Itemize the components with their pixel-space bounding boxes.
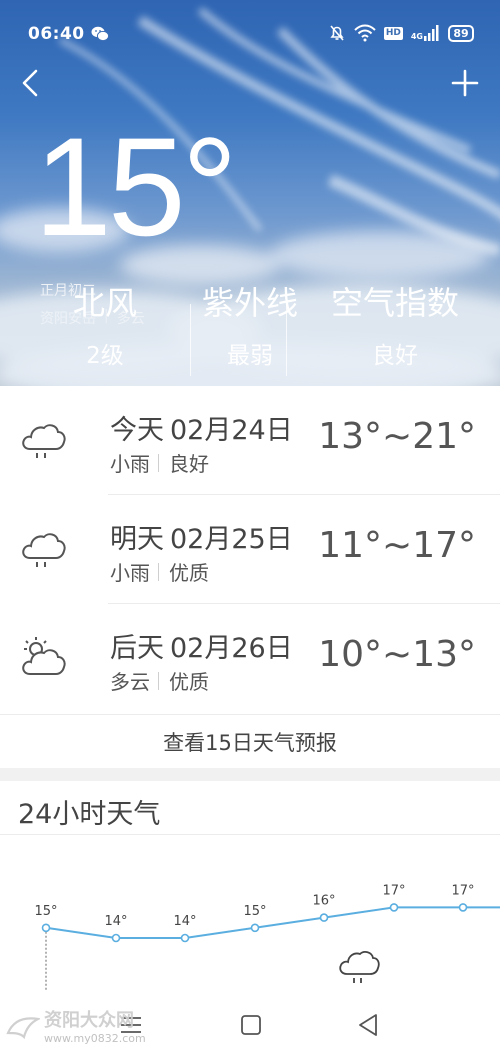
- forecast-day: 明天 02月25日: [110, 524, 293, 555]
- mute-bell-icon: [330, 25, 344, 41]
- forecast-day: 后天 02月26日: [110, 633, 293, 664]
- metric-aqi: 空气指数 良好: [320, 282, 470, 382]
- wechat-icon: [91, 26, 109, 42]
- forecast-range: 13°~21°: [318, 416, 476, 457]
- divider: [158, 671, 159, 690]
- watermark: 资阳大众网 www.my0832.com: [6, 1012, 146, 1044]
- forecast-range: 10°~13°: [318, 634, 476, 675]
- data-point: [389, 903, 399, 912]
- data-point: [180, 933, 190, 943]
- metric-wind: 北风 2级: [40, 282, 170, 382]
- partly-cloudy-icon: [22, 637, 66, 675]
- forecast-sub: 小雨 优质: [110, 561, 209, 585]
- divider: [286, 304, 287, 376]
- data-label: 14°: [173, 914, 196, 929]
- hourly-title: 24小时天气: [18, 799, 161, 830]
- data-point: [319, 913, 329, 922]
- metric-value: 最弱: [227, 343, 273, 369]
- bird-logo-icon: [6, 1017, 40, 1040]
- divider: [158, 562, 159, 581]
- rain-cloud-icon: [22, 533, 66, 567]
- forecast-row-tomorrow[interactable]: 明天 02月25日 小雨 优质 11°~17°: [0, 495, 500, 604]
- data-label: 17°: [382, 883, 405, 898]
- forecast-sub: 多云 优质: [110, 670, 209, 694]
- forecast-range: 11°~17°: [318, 525, 476, 566]
- rain-cloud-icon: [339, 951, 380, 983]
- network-label: 4G: [411, 25, 440, 41]
- forecast-sub: 小雨 良好: [110, 452, 209, 476]
- metric-uv: 紫外线 最弱: [190, 282, 310, 382]
- data-point: [111, 933, 121, 943]
- wifi-icon: [354, 24, 376, 42]
- back-triangle-icon[interactable]: [354, 1010, 384, 1040]
- watermark-title: 资阳大众网: [44, 1010, 134, 1031]
- data-label: 15°: [243, 904, 266, 919]
- rain-cloud-icon: [22, 424, 66, 458]
- metric-label: 北风: [72, 284, 137, 322]
- data-point: [41, 923, 51, 933]
- data-label: 17°: [451, 883, 474, 898]
- weather-hero: 06:40 HD 4G 89 15° 正月初二 资阳安岳 | 多云 北风 2级 …: [0, 0, 500, 386]
- current-temperature: 15°: [34, 108, 238, 265]
- hourly-temperature-chart: 15° 14° 14° 15° 16° 17° 17°: [34, 883, 500, 990]
- watermark-url: www.my0832.com: [44, 1032, 146, 1045]
- metrics-row: 北风 2级 紫外线 最弱 空气指数 良好: [0, 282, 500, 382]
- data-label: 15°: [34, 904, 57, 919]
- back-icon[interactable]: [18, 66, 42, 100]
- metric-value: 2级: [86, 343, 124, 369]
- forecast-row-after-tomorrow[interactable]: 后天 02月26日 多云 优质 10°~13°: [0, 604, 500, 713]
- metric-label: 空气指数: [330, 284, 459, 322]
- status-time: 06:40: [28, 24, 85, 44]
- battery-icon: 89: [448, 24, 474, 42]
- status-bar: 06:40 HD 4G 89: [0, 0, 500, 70]
- signal-icon: [424, 25, 439, 41]
- forecast-day: 今天 02月24日: [110, 415, 293, 446]
- data-point: [458, 903, 468, 912]
- forecast-row-today[interactable]: 今天 02月24日 小雨 良好 13°~21°: [0, 386, 500, 495]
- data-label: 16°: [312, 894, 335, 909]
- section-separator: [0, 768, 500, 781]
- home-icon[interactable]: [236, 1010, 266, 1040]
- add-city-icon[interactable]: [450, 68, 480, 98]
- view-15-day-forecast-link[interactable]: 查看15日天气预报: [0, 714, 500, 770]
- status-icons: HD 4G 89: [328, 24, 474, 42]
- metric-value: 良好: [372, 343, 418, 369]
- data-label: 14°: [104, 914, 127, 929]
- metric-label: 紫外线: [201, 284, 298, 322]
- hd-badge: HD: [383, 26, 403, 40]
- row-divider: [0, 834, 500, 835]
- forecast-list: 今天 02月24日 小雨 良好 13°~21° 明天 02月25日 小雨 优质 11°~…: [0, 386, 500, 713]
- divider: [158, 453, 159, 472]
- data-point: [250, 923, 260, 933]
